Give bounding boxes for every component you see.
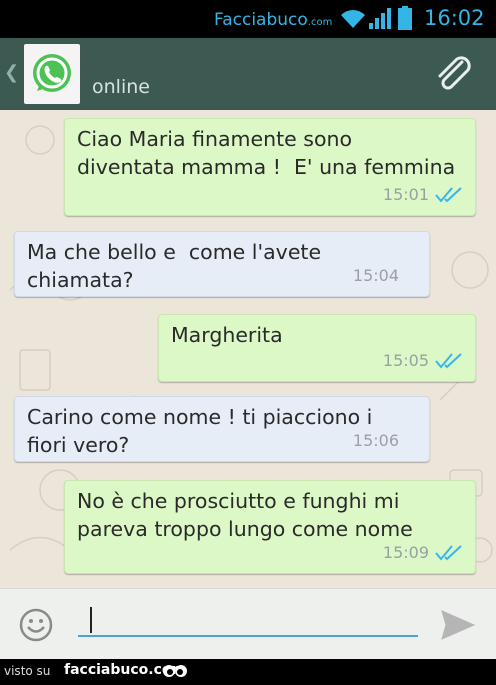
watermark-footer: visto su facciabuco.com [0,659,496,685]
message-meta: 15:06 [353,427,399,455]
chat-header: ❮ online [0,38,496,110]
smiley-icon[interactable] [18,607,54,643]
battery-icon [398,6,412,30]
chevron-left-icon: ❮ [4,62,20,83]
message-time: 15:09 [382,543,429,562]
message-time: 15:04 [352,266,399,285]
whatsapp-logo-icon [33,54,71,92]
signal-icon [369,8,391,29]
message-bubble-outgoing[interactable]: No è che prosciutto e funghi mi pareva t… [64,480,476,574]
contact-avatar[interactable] [24,44,80,104]
message-input-bar [0,588,496,659]
text-cursor [90,607,92,633]
double-check-icon [435,353,462,369]
message-text: Ciao Maria finamente sono diventata mamm… [77,127,456,179]
message-bubble-incoming[interactable]: Ma che bello e come l'avete chiamata? 15… [14,231,430,297]
send-arrow-icon[interactable] [440,609,476,641]
status-clock: 16:02 [424,6,485,30]
double-check-icon [435,545,462,561]
message-bubble-outgoing[interactable]: Margherita 15:05 [158,314,476,382]
chat-area[interactable]: Ciao Maria finamente sono diventata mamm… [0,110,496,588]
double-check-icon [435,187,462,203]
footer-visto: visto su [4,664,51,678]
message-meta: 15:04 [353,262,399,290]
message-meta: 15:09 [383,539,463,567]
eyes-logo-icon [163,665,187,677]
paperclip-icon[interactable] [432,52,476,96]
wifi-icon [341,10,365,28]
back-button[interactable]: ❮ [4,62,19,83]
message-time: 15:01 [382,185,429,204]
status-brand: Facciabuco.com [214,10,332,30]
message-meta: 15:01 [383,181,463,209]
message-time: 15:06 [352,431,399,450]
brand-suffix: .com [307,17,333,28]
message-input[interactable] [78,603,418,637]
contact-status: online [92,76,150,98]
status-bar: Facciabuco.com 16:02 [0,0,496,38]
brand-name: Facciabuco [214,10,308,30]
message-text: Margherita [171,323,283,347]
message-meta: 15:05 [383,347,463,375]
message-time: 15:05 [382,351,429,370]
message-text: No è che prosciutto e funghi mi pareva t… [77,489,413,541]
message-bubble-outgoing[interactable]: Ciao Maria finamente sono diventata mamm… [64,118,476,216]
message-bubble-incoming[interactable]: Carino come nome ! ti piacciono i fiori … [14,396,430,462]
